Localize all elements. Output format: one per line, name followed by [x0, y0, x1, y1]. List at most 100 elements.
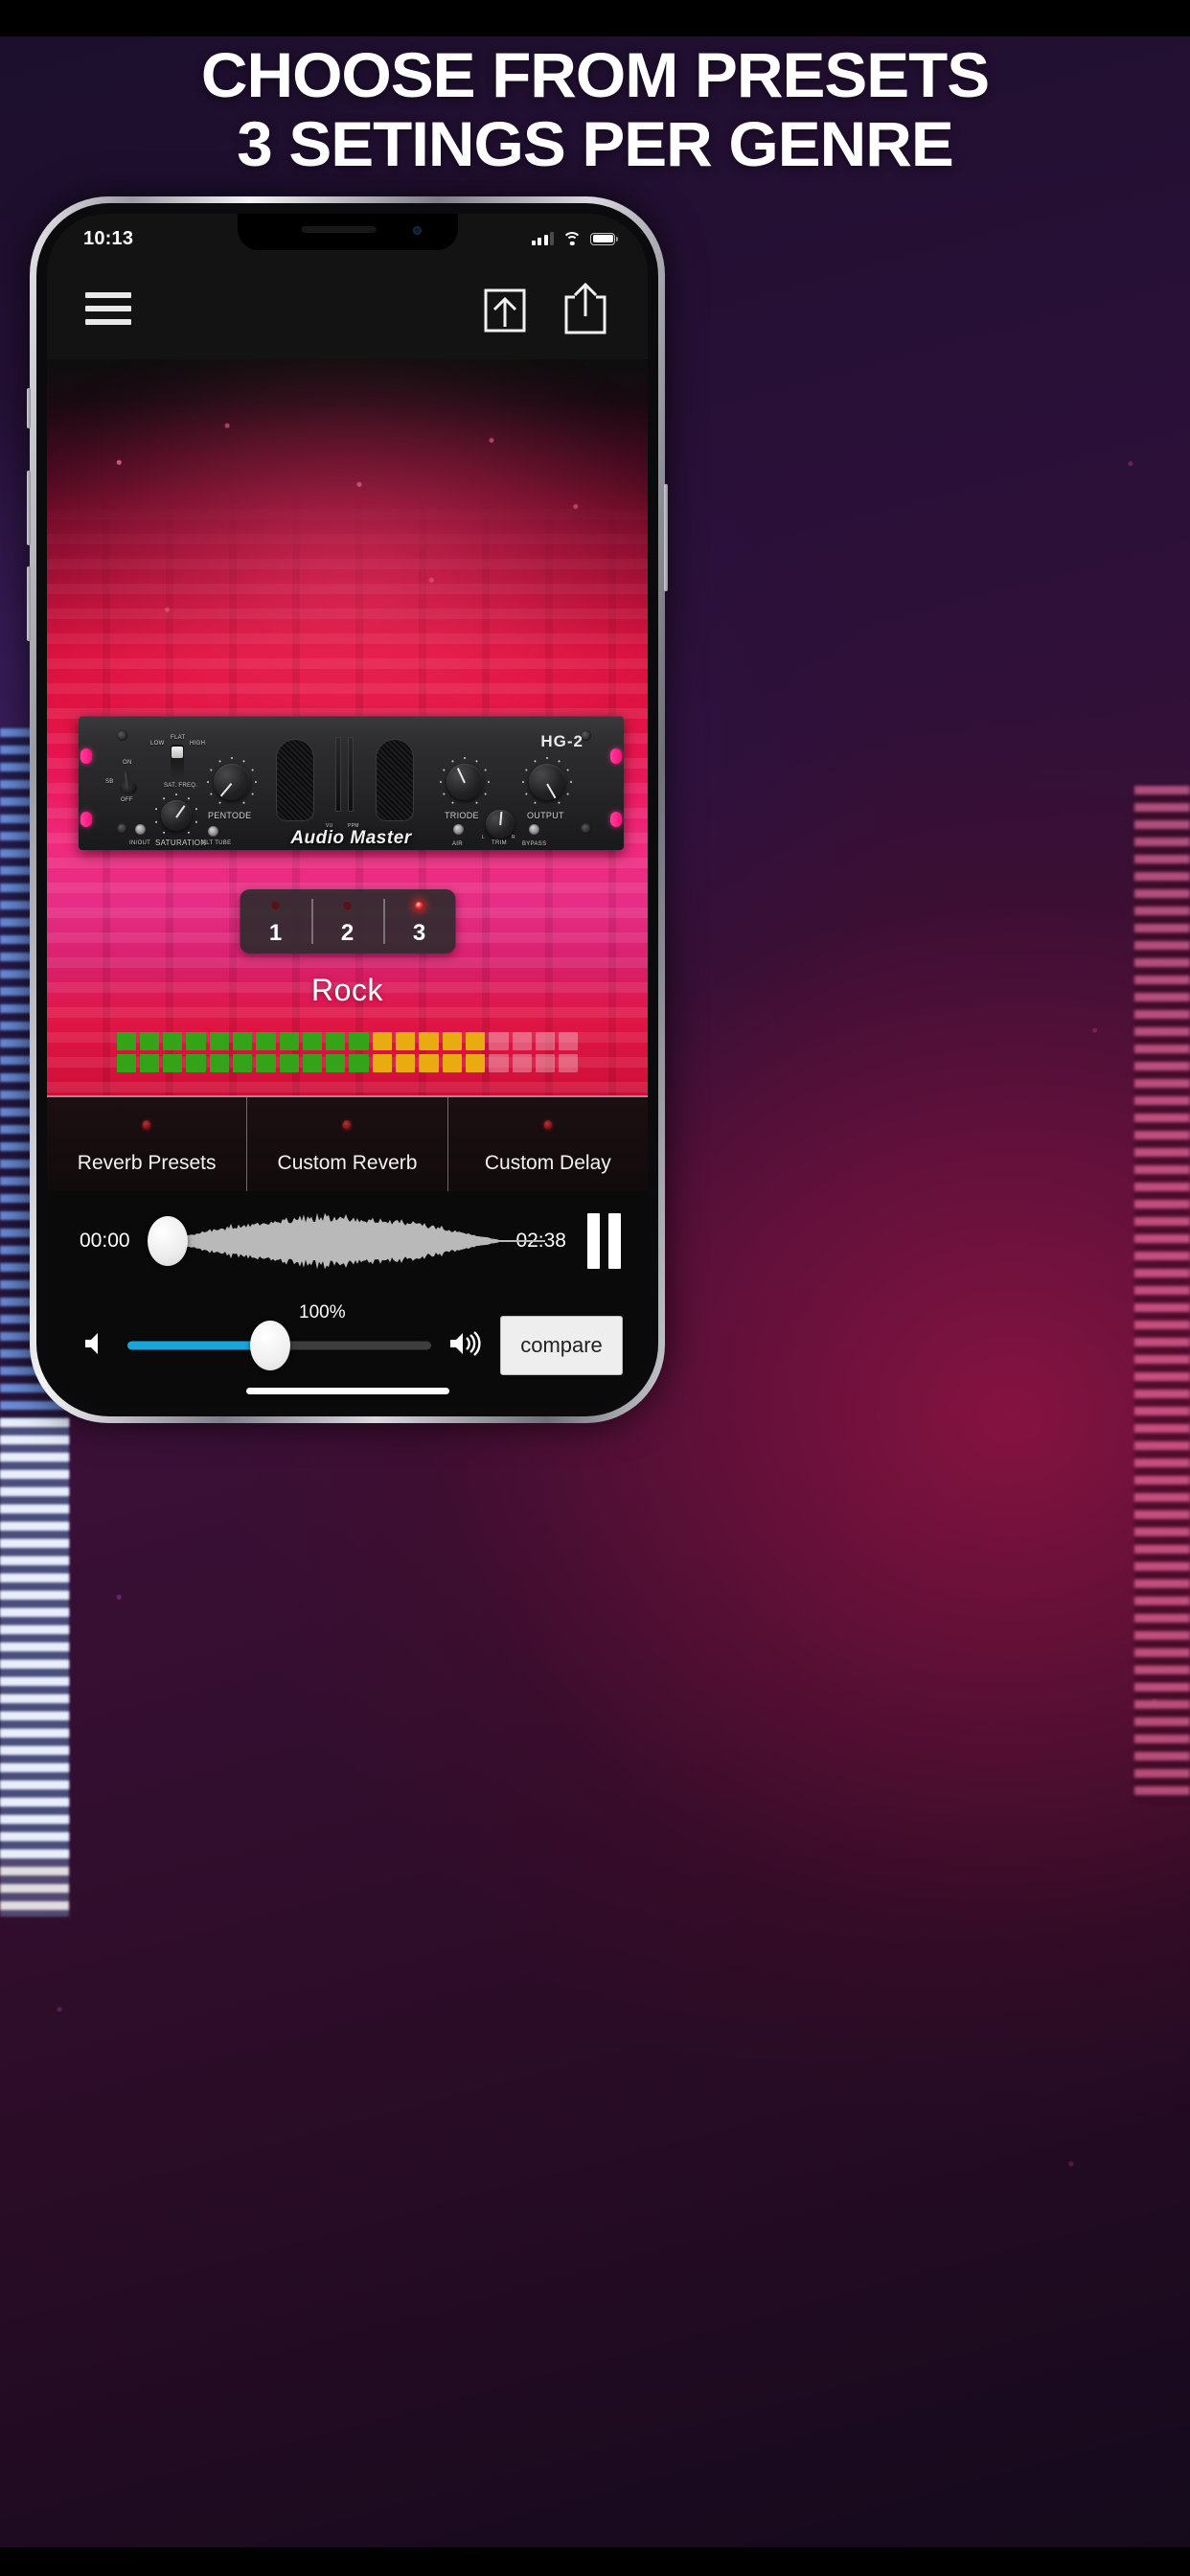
rack-unit-hg2[interactable]: HG-2 ON SB OFF LOW FLAT HIGH SAT. FREQ. … [79, 716, 624, 850]
rack-toggle-sb[interactable] [119, 770, 138, 794]
red-led-icon [543, 1120, 553, 1130]
waveform-scrubber[interactable] [148, 1206, 545, 1276]
preset-selector: 1 2 3 [240, 889, 455, 954]
rack-label-on: ON [123, 760, 132, 766]
preset-number: 2 [340, 920, 355, 946]
led-segment [396, 1054, 416, 1072]
cellular-signal-icon [531, 232, 554, 245]
triode-knob[interactable] [446, 764, 483, 800]
pause-icon[interactable] [587, 1213, 621, 1269]
phone-power-button[interactable] [664, 484, 668, 591]
tab-custom-reverb[interactable]: Custom Reverb [246, 1097, 447, 1191]
rack-ear-right-bottom [610, 812, 622, 827]
earpiece-speaker [301, 226, 377, 233]
led-segment [279, 1054, 299, 1072]
waveform-icon [162, 1212, 545, 1270]
import-button[interactable] [481, 282, 529, 335]
led-segment [116, 1032, 136, 1050]
preset-button-3[interactable]: 3 [383, 889, 455, 954]
share-arrow-out-of-box-icon [564, 282, 606, 334]
scrubber-handle[interactable] [148, 1216, 188, 1266]
led-segment [535, 1032, 556, 1050]
genre-label: Rock [311, 973, 383, 1007]
current-time-label: 00:00 [80, 1230, 130, 1252]
tab-reverb-presets[interactable]: Reverb Presets [47, 1097, 247, 1191]
promo-screenshot: CHOOSE FROM PRESETS 3 SETINGS PER GENRE [0, 0, 1190, 2576]
app-root: HG-2 ON SB OFF LOW FLAT HIGH SAT. FREQ. … [47, 214, 648, 1406]
vu-meter-bar-left [335, 737, 341, 812]
pentode-knob[interactable] [214, 764, 250, 800]
rack-label-high: HIGH [190, 741, 206, 747]
rack-screw [117, 730, 127, 741]
led-segment [326, 1054, 346, 1072]
hamburger-line [85, 319, 131, 325]
led-segment [372, 1032, 393, 1050]
status-time: 10:13 [83, 227, 134, 249]
compare-button[interactable]: compare [500, 1316, 623, 1375]
phone-volume-up-button[interactable] [27, 471, 31, 545]
home-indicator[interactable] [245, 1388, 449, 1394]
red-led-icon [142, 1120, 151, 1130]
led-segment [139, 1054, 160, 1072]
preset-number: 3 [412, 920, 426, 946]
front-camera [412, 226, 422, 235]
hamburger-line [85, 292, 131, 298]
led-level-meter [116, 1032, 579, 1072]
tab-label: Custom Delay [484, 1152, 611, 1174]
speaker-muted-icon[interactable] [81, 1329, 110, 1363]
led-segment [302, 1032, 323, 1050]
vu-meter-bar-right [348, 737, 354, 812]
saturation-knob[interactable] [161, 800, 192, 831]
led-segment [163, 1032, 183, 1050]
led-segment [512, 1032, 532, 1050]
led-segment [232, 1054, 253, 1072]
headline-line-2: 3 SETINGS PER GENRE [237, 108, 954, 179]
rack-label-triode: TRIODE [445, 811, 479, 820]
led-segment [186, 1032, 206, 1050]
phone-notch [237, 214, 458, 250]
led-segment [116, 1054, 136, 1072]
promo-equalizer-right-pink [1134, 786, 1190, 1802]
phone-volume-down-button[interactable] [27, 566, 31, 641]
led-segment [256, 1054, 276, 1072]
volume-handle[interactable] [249, 1321, 290, 1370]
import-arrow-into-box-icon [484, 288, 526, 333]
preset-number: 1 [268, 920, 283, 946]
preset-button-2[interactable]: 2 [311, 889, 383, 954]
led-segment [489, 1032, 509, 1050]
speaker-loud-icon[interactable] [448, 1329, 483, 1363]
rack-label-low: LOW [150, 741, 165, 747]
rack-label-flat: FLAT [171, 735, 186, 741]
pause-bar [587, 1213, 600, 1269]
led-segment [209, 1032, 229, 1050]
led-meter-row-top [116, 1032, 579, 1050]
tube-grille-right [376, 739, 414, 821]
volume-slider[interactable] [127, 1321, 431, 1370]
led-segment [232, 1032, 253, 1050]
switch-cap [172, 747, 183, 758]
phone-mockup: HG-2 ON SB OFF LOW FLAT HIGH SAT. FREQ. … [27, 196, 668, 1423]
led-segment [535, 1054, 556, 1072]
hamburger-menu-icon[interactable] [85, 292, 131, 325]
led-segment [279, 1032, 299, 1050]
led-segment [559, 1032, 579, 1050]
preset-led-icon [271, 902, 280, 909]
promo-top-letterbox [0, 0, 1190, 36]
led-segment [465, 1032, 486, 1050]
knob-pointer [456, 768, 466, 784]
rack-sat-freq-switch[interactable] [171, 745, 184, 785]
rack-model-label: HG-2 [540, 732, 584, 750]
tab-custom-delay[interactable]: Custom Delay [446, 1097, 648, 1191]
rack-ear-left-top [80, 748, 92, 764]
knob-pointer [220, 782, 233, 797]
phone-mute-switch[interactable] [27, 388, 31, 428]
preset-button-1[interactable]: 1 [240, 889, 311, 954]
share-button[interactable] [561, 282, 609, 335]
hamburger-line [85, 306, 131, 311]
led-segment [442, 1032, 462, 1050]
tab-label: Custom Reverb [277, 1152, 418, 1174]
led-segment [559, 1054, 579, 1072]
knob-pointer [499, 812, 502, 826]
output-knob[interactable] [529, 764, 565, 800]
rack-label-output: OUTPUT [527, 811, 564, 820]
